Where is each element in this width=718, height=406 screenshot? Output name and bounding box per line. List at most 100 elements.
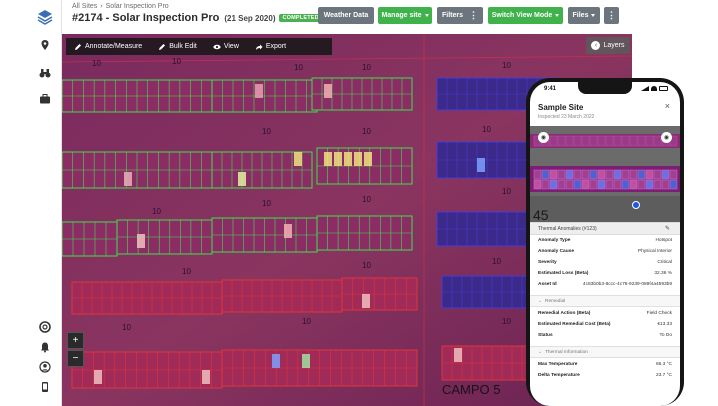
manage-site-label: Manage site [381,12,422,19]
detail-value: Hotspot [655,238,672,243]
map-toolbar: Annotate/Measure Bulk Edit View Export [66,38,332,55]
layers-label: Layers [603,42,625,49]
zoom-out-button[interactable]: − [67,350,84,367]
row-label: 10 [294,63,303,72]
battery-icon [659,86,668,91]
wifi-icon [651,86,657,91]
chevron-down-icon: ⌄ [538,298,543,304]
more-vertical-icon: ⋮ [469,10,478,20]
detail-value: 66.3 °C [655,362,672,367]
row-label: 10 [92,59,101,68]
phone-mockup: 9:41 Sample Site × Inspected 23 March 20… [526,78,684,406]
weather-data-button[interactable]: Weather Data [318,7,374,24]
detail-key: Asset Id [538,282,557,287]
annotate-measure-tool[interactable]: Annotate/Measure [66,43,150,51]
chevron-right-icon: › [100,3,103,10]
phone-thermal-map[interactable]: 45 ◉ ◉ [530,126,680,222]
pencil-icon [75,43,81,50]
camera-icon[interactable]: ◉ [661,132,672,143]
pencil-icon[interactable]: ✎ [665,225,670,232]
breadcrumb: All Sites › Solar Inspection Pro [72,3,169,10]
view-label: View [223,43,239,50]
detail-value: Physical Interior [637,249,672,254]
status-badge: COMPLETED [279,14,322,22]
row-label: 10 [492,257,501,266]
detail-key: Remedial Action (Beta) [538,311,591,316]
row-label: 10 [362,261,371,270]
phone-inspected-date: Inspected 23 March 2022 [538,114,595,120]
row-label: 10 [262,199,271,208]
detail-row: Asset Id 4c83b0b3-8ccc-4c76-9239-089f4a45… [538,282,672,291]
switch-view-mode-button[interactable]: Switch View Mode [488,7,563,24]
bell-icon[interactable] [28,336,62,358]
remedial-section[interactable]: ⌄ Remedial [530,295,680,307]
close-icon[interactable]: × [665,101,670,111]
zoom-in-label: + [72,335,79,346]
row-label: 10 [182,267,191,276]
detail-key: Severity [538,260,557,265]
switch-view-label: Switch View Mode [491,12,553,19]
page-title: #2174 - Solar Inspection Pro [72,12,220,24]
thermal-row: Delta Temperature 23.7 °C [538,373,672,382]
zoom-in-button[interactable]: + [67,332,84,349]
phone-screen: 9:41 Sample Site × Inspected 23 March 20… [530,82,680,406]
row-label: 10 [362,127,371,136]
export-tool[interactable]: Export [247,43,294,51]
user-icon[interactable] [28,356,62,378]
help-lifebuoy-icon[interactable] [28,316,62,338]
filters-button[interactable]: Filters ⋮ [437,7,483,24]
view-tool[interactable]: View [205,43,247,51]
zoom-out-label: − [72,353,79,364]
eye-icon [213,44,221,49]
phone-clock: 9:41 [544,86,557,92]
detail-row: Estimated Loss (Beta) 32.36 % [538,271,672,280]
row-label: 10 [502,317,511,326]
app-window: All Sites › Solar Inspection Pro #2174 - S… [0,0,718,406]
anomalies-title: Thermal Anomalies (#123) [538,226,597,232]
weather-data-label: Weather Data [323,12,369,19]
row-label: 10 [502,187,511,196]
row-label: 10 [482,125,491,134]
detail-value: 32.36 % [654,271,672,276]
more-options-button[interactable]: ⋮ [604,7,619,24]
detail-value: 4c83b0b3-8ccc-4c76-9239-089f4a4593b9 [582,282,672,287]
thermal-row: Max Temperature 66.3 °C [538,362,672,371]
caret-down-icon [591,14,596,17]
left-rail [28,0,62,406]
remedial-row: Estimated Remedial Cost (Beta) €13.33 [538,322,672,331]
row-label: 10 [172,57,181,66]
phone-status-icons [641,86,668,91]
briefcase-icon[interactable] [28,88,62,110]
manage-site-button[interactable]: Manage site [378,7,432,24]
breadcrumb-current[interactable]: Solar Inspection Pro [106,3,169,10]
inspection-date: (21 Sep 2020) [224,13,276,23]
detail-key: Anomaly Type [538,238,571,243]
phone-thermal-image: 45 [530,126,680,222]
breadcrumb-all-sites[interactable]: All Sites [72,3,97,10]
map-pin-icon[interactable] [28,34,62,56]
page-header: All Sites › Solar Inspection Pro #2174 - S… [62,0,632,34]
remedial-row: Remedial Action (Beta) Field Check [538,311,672,320]
row-label: 10 [152,207,161,216]
files-button[interactable]: Files [568,7,600,24]
detail-row: Severity Critical [538,260,672,269]
bulk-edit-tool[interactable]: Bulk Edit [150,43,205,51]
share-arrow-icon [255,44,263,50]
app-logo-icon[interactable] [28,4,62,30]
campo-label: CAMPO 5 [442,382,501,397]
row-label: 10 [302,317,311,326]
detail-key: Max Temperature [538,362,578,367]
thermal-anomalies-header: Thermal Anomalies (#123) ✎ [530,222,680,235]
annotate-label: Annotate/Measure [85,43,143,50]
thermal-information-section[interactable]: ⌄ Thermal Information [530,346,680,358]
row-label: 10 [362,195,371,204]
device-icon[interactable] [28,376,62,398]
caret-down-icon [424,14,429,17]
detail-value: Critical [657,260,672,265]
detail-row: Anomaly Cause Physical Interior [538,249,672,258]
thermal-section-label: Thermal Information [545,350,588,355]
layers-button[interactable]: ‹ Layers [586,37,630,54]
binoculars-icon[interactable] [28,62,62,84]
chevron-left-icon: ‹ [591,41,601,50]
camera-icon[interactable]: ◉ [538,132,549,143]
